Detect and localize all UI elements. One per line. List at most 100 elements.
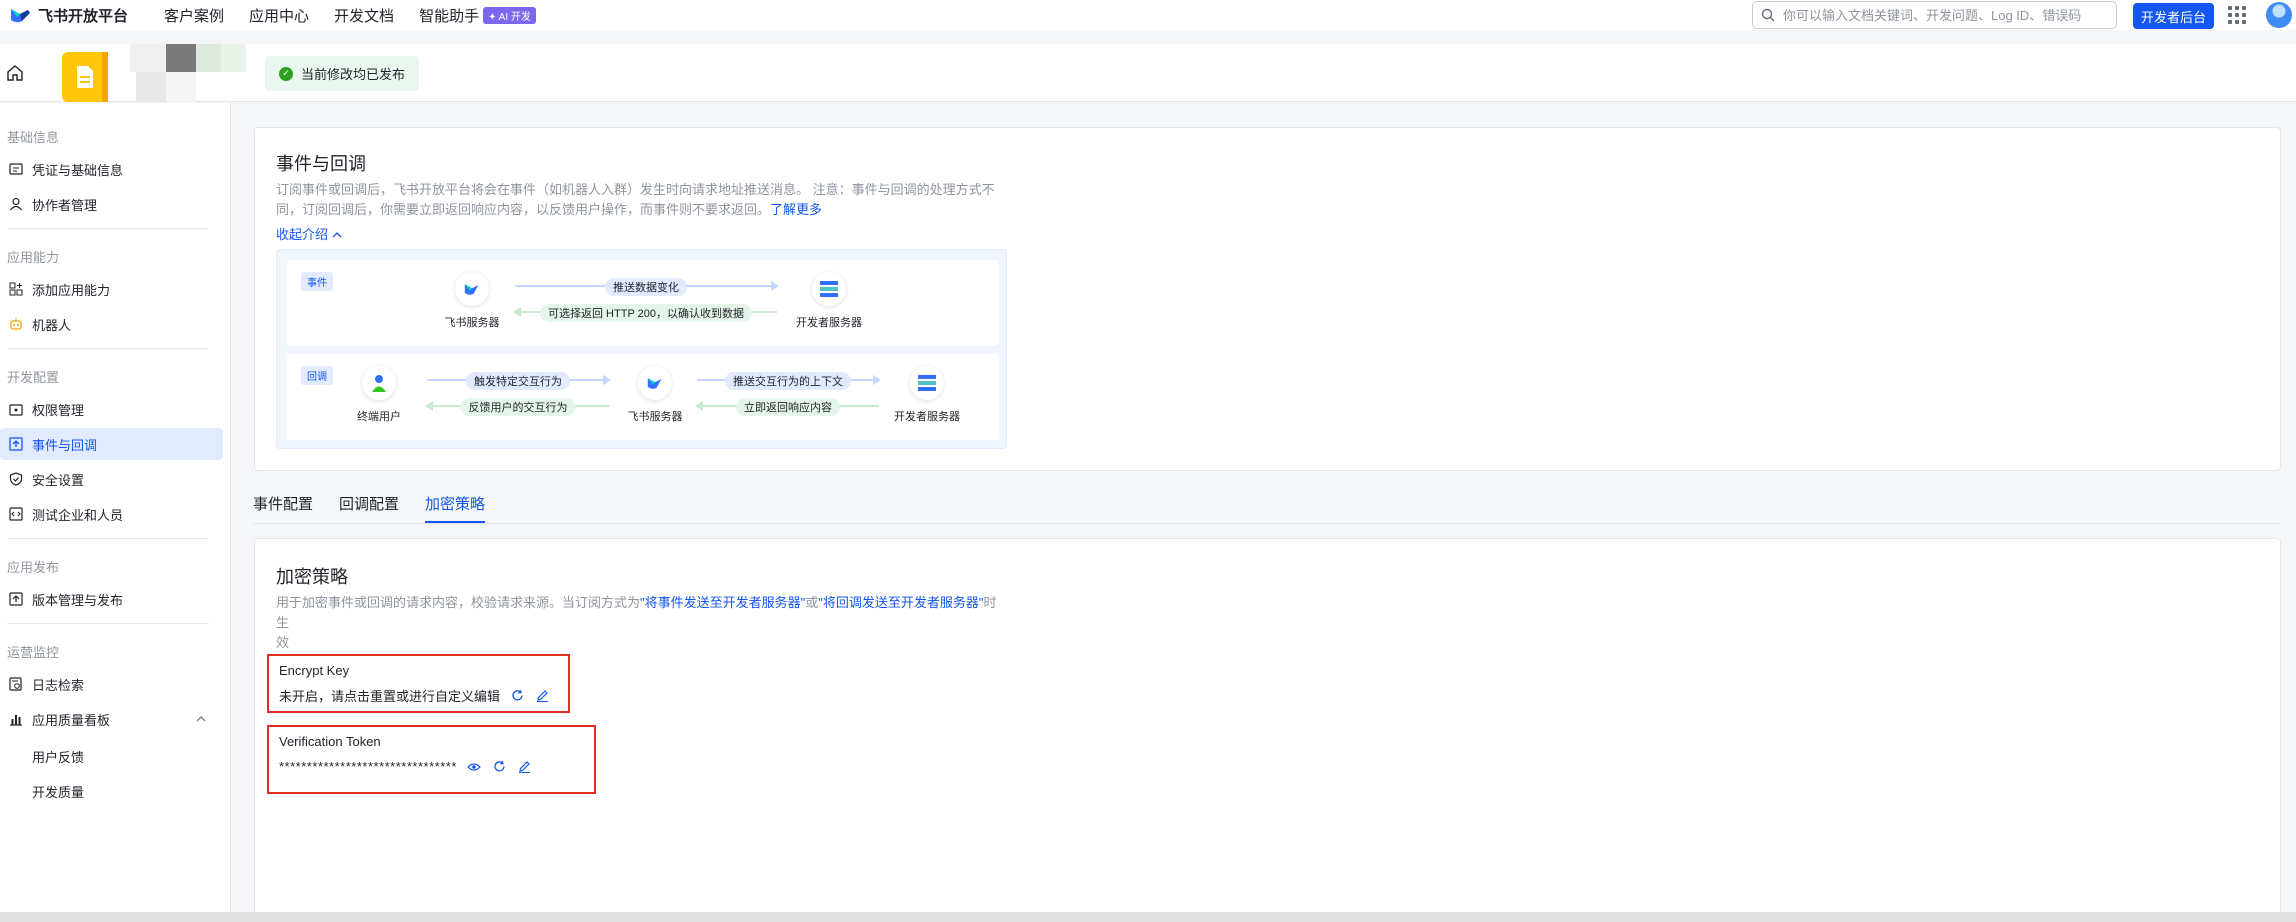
nav-dev-docs[interactable]: 开发文档 bbox=[334, 5, 394, 26]
add-capability-icon bbox=[9, 282, 23, 296]
arrow-label: 推送数据变化 bbox=[605, 278, 687, 296]
config-tabs: 事件配置 回调配置 加密策略 bbox=[253, 493, 511, 523]
description-text: 同，订阅回调后，你需要立即返回响应内容，以反馈用户操作，而事件则不要求返回。 bbox=[276, 202, 771, 217]
sidebar-item-security[interactable]: 安全设置 bbox=[0, 463, 223, 495]
end-user-node: 终端用户 bbox=[339, 366, 419, 424]
verification-token-field: Verification Token *********************… bbox=[267, 725, 596, 794]
search-box[interactable] bbox=[1752, 1, 2117, 29]
sidebar-divider bbox=[7, 228, 209, 229]
event-flow-row: 事件 飞书服务器 推送数据变化 可选择返回 HTTP 200，以确认收到数据 开… bbox=[287, 260, 999, 346]
edit-icon[interactable] bbox=[535, 688, 550, 703]
sidebar-item-label: 应用质量看板 bbox=[32, 712, 111, 728]
feishu-server-node: 飞书服务器 bbox=[432, 272, 512, 330]
sidebar-subitem-feedback[interactable]: 用户反馈 bbox=[32, 747, 84, 766]
arrow-label: 触发特定交互行为 bbox=[466, 372, 570, 390]
credential-icon bbox=[9, 162, 23, 176]
trigger-arrow: 触发特定交互行为 bbox=[427, 370, 611, 390]
events-intro-card: 事件与回调 订阅事件或回调后，飞书开放平台将会在事件（如机器人入群）发生时向请求… bbox=[254, 127, 2281, 471]
sidebar-item-label: 版本管理与发布 bbox=[32, 592, 124, 608]
sidebar-item-events-callbacks[interactable]: 事件与回调 bbox=[0, 428, 223, 460]
sidebar-group-monitoring: 运营监控 bbox=[7, 645, 60, 660]
developer-server-node: 开发者服务器 bbox=[887, 366, 967, 424]
tab-event-config[interactable]: 事件配置 bbox=[253, 493, 313, 523]
developer-console-button[interactable]: 开发者后台 bbox=[2133, 3, 2215, 29]
search-input[interactable] bbox=[1783, 7, 2103, 23]
sidebar-item-label: 机器人 bbox=[32, 317, 72, 333]
sidebar-item-versions[interactable]: 版本管理与发布 bbox=[0, 583, 223, 615]
sidebar-item-quality-board[interactable]: 应用质量看板 bbox=[0, 703, 223, 735]
chevron-up-icon bbox=[332, 232, 342, 238]
node-label: 开发者服务器 bbox=[894, 411, 960, 423]
ai-badge: ✦ AI 开发 bbox=[483, 6, 536, 24]
developer-server-node: 开发者服务器 bbox=[789, 272, 869, 330]
sidebar-divider bbox=[7, 348, 209, 349]
user-avatar[interactable] bbox=[2266, 2, 2292, 28]
tab-encryption[interactable]: 加密策略 bbox=[425, 493, 486, 523]
top-bar: 飞书开放平台 客户案例 应用中心 开发文档 智能助手 ✦ AI 开发 开发者后台 bbox=[0, 0, 2296, 30]
sidebar-group-capabilities: 应用能力 bbox=[7, 250, 60, 265]
send-callbacks-link[interactable]: "将回调发送至开发者服务器" bbox=[818, 595, 983, 610]
collapse-intro-toggle[interactable]: 收起介绍 bbox=[276, 224, 342, 243]
horizontal-scrollbar[interactable] bbox=[0, 912, 2296, 922]
sidebar-item-label: 安全设置 bbox=[32, 472, 85, 488]
node-label: 飞书服务器 bbox=[627, 411, 683, 423]
sidebar-item-permissions[interactable]: 权限管理 bbox=[0, 393, 223, 425]
sidebar-group-basic: 基础信息 bbox=[7, 130, 60, 145]
sidebar-item-label: 日志检索 bbox=[32, 677, 85, 693]
top-nav: 客户案例 应用中心 开发文档 智能助手 ✦ AI 开发 bbox=[164, 5, 561, 26]
sidebar-subitem-dev-quality[interactable]: 开发质量 bbox=[32, 782, 84, 801]
sidebar-item-logs[interactable]: 日志检索 bbox=[0, 668, 223, 700]
verification-token-value: ******************************** bbox=[279, 759, 457, 774]
edit-icon[interactable] bbox=[517, 759, 532, 774]
encryption-description-line: 用于加密事件或回调的请求内容，校验请求来源。当订阅方式为"将事件发送至开发者服务… bbox=[276, 593, 1006, 633]
home-icon[interactable] bbox=[6, 64, 24, 82]
apps-grid-icon[interactable] bbox=[2228, 6, 2246, 24]
immediate-return-arrow: 立即返回响应内容 bbox=[695, 396, 879, 416]
chevron-up-icon[interactable] bbox=[196, 715, 206, 723]
node-label: 飞书服务器 bbox=[444, 317, 500, 329]
sidebar-item-credentials[interactable]: 凭证与基础信息 bbox=[0, 153, 223, 185]
nav-assistant[interactable]: 智能助手 ✦ AI 开发 bbox=[419, 5, 536, 26]
sidebar-item-add-capability[interactable]: 添加应用能力 bbox=[0, 273, 223, 305]
arrow-label: 可选择返回 HTTP 200，以确认收到数据 bbox=[540, 304, 752, 322]
sidebar-item-label: 协作者管理 bbox=[32, 197, 98, 213]
sidebar-group-dev-config: 开发配置 bbox=[7, 370, 60, 385]
nav-app-center[interactable]: 应用中心 bbox=[249, 5, 309, 26]
shield-icon bbox=[9, 472, 23, 486]
events-icon bbox=[9, 437, 23, 451]
user-icon bbox=[9, 197, 23, 211]
platform-name: 飞书开放平台 bbox=[38, 7, 129, 25]
sidebar-group-release: 应用发布 bbox=[7, 560, 60, 575]
feishu-logo[interactable]: 飞书开放平台 bbox=[8, 5, 128, 26]
optional-return-arrow: 可选择返回 HTTP 200，以确认收到数据 bbox=[513, 302, 777, 322]
sidebar: 基础信息 凭证与基础信息 协作者管理 应用能力 添加应用能力 机器人 开发配置 … bbox=[0, 103, 231, 912]
nav-customer-cases[interactable]: 客户案例 bbox=[164, 5, 224, 26]
sidebar-item-bot[interactable]: 机器人 bbox=[0, 308, 223, 340]
section-title: 事件与回调 bbox=[276, 154, 366, 174]
send-events-link[interactable]: "将事件发送至开发者服务器" bbox=[640, 595, 805, 610]
sidebar-item-test-tenants[interactable]: 测试企业和人员 bbox=[0, 498, 223, 530]
tab-callback-config[interactable]: 回调配置 bbox=[339, 493, 399, 523]
server-icon bbox=[910, 366, 944, 400]
reset-icon[interactable] bbox=[510, 688, 525, 703]
verification-token-label: Verification Token bbox=[279, 734, 381, 749]
eye-icon[interactable] bbox=[467, 759, 482, 774]
sidebar-divider bbox=[7, 538, 209, 539]
learn-more-link[interactable]: 了解更多 bbox=[770, 202, 822, 217]
reset-icon[interactable] bbox=[492, 759, 507, 774]
description-text: 效 bbox=[276, 635, 290, 650]
app-icon bbox=[62, 52, 108, 102]
flow-diagram: 事件 飞书服务器 推送数据变化 可选择返回 HTTP 200，以确认收到数据 开… bbox=[276, 249, 1007, 449]
encrypt-key-label: Encrypt Key bbox=[279, 663, 350, 678]
description-text: 或 bbox=[805, 595, 819, 610]
upload-icon bbox=[9, 592, 23, 606]
encrypt-key-value-row: 未开启，请点击重置或进行自定义编辑 bbox=[279, 686, 558, 705]
section-description: 订阅事件或回调后，飞书开放平台将会在事件（如机器人入群）发生时向请求地址推送消息… bbox=[276, 180, 1006, 220]
bar-chart-icon bbox=[9, 712, 23, 726]
description-line-2: 同，订阅回调后，你需要立即返回响应内容，以反馈用户操作，而事件则不要求返回。了解… bbox=[276, 200, 1006, 220]
log-search-icon bbox=[9, 677, 23, 691]
feishu-logo-icon bbox=[638, 366, 672, 400]
sidebar-item-collaborators[interactable]: 协作者管理 bbox=[0, 188, 223, 220]
sidebar-item-label: 凭证与基础信息 bbox=[32, 162, 124, 178]
published-status-text: 当前修改均已发布 bbox=[301, 67, 406, 82]
